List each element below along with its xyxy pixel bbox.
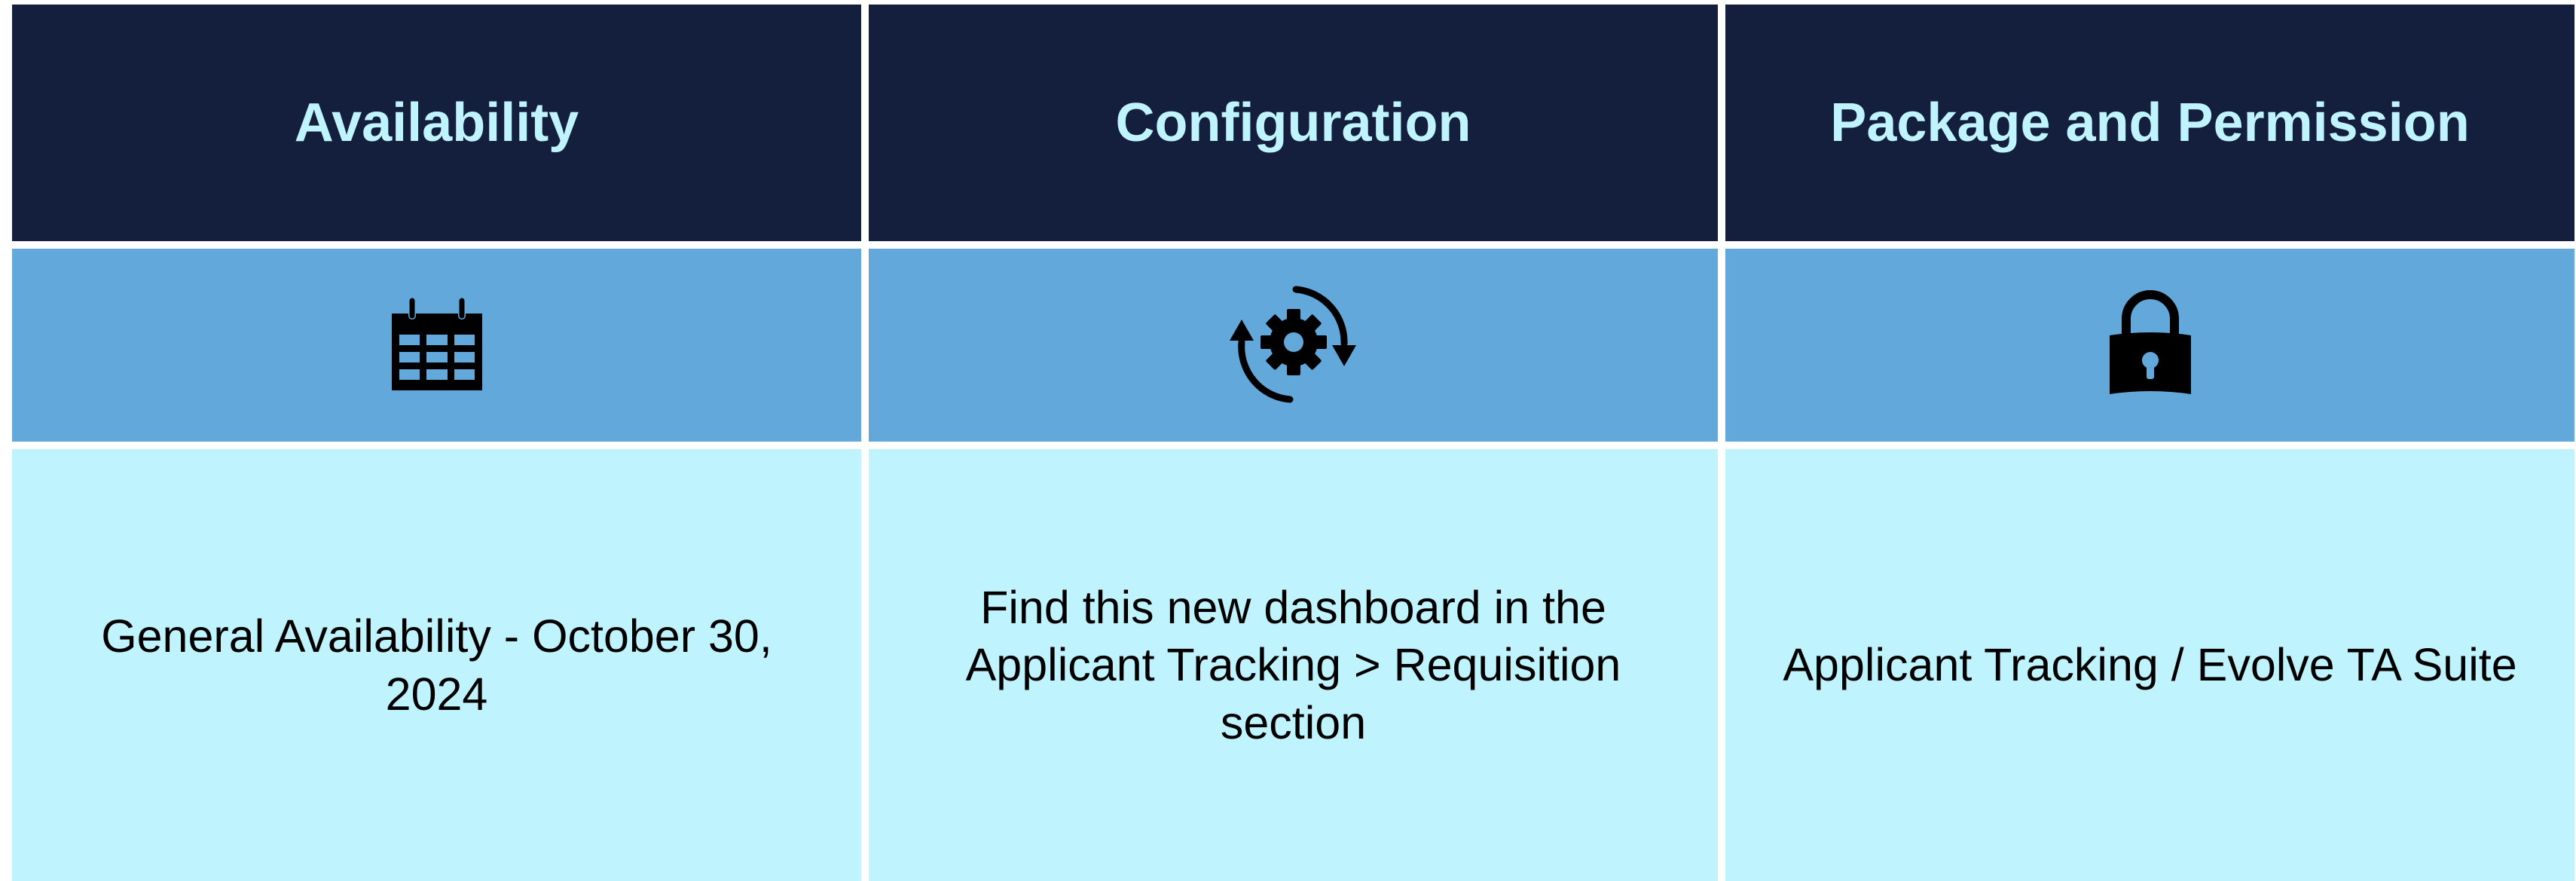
icon-cell-package-permission: [1725, 249, 2574, 442]
calendar-icon: [384, 292, 490, 398]
availability-text: General Availability - October 30, 2024: [101, 610, 772, 720]
icon-cell-availability: [12, 249, 861, 442]
icon-cell-configuration: [869, 249, 1718, 442]
header-configuration: Configuration: [1115, 93, 1471, 153]
lock-icon: [2105, 289, 2196, 402]
body-cell-package-permission: Applicant Tracking / Evolve TA Suite: [1725, 449, 2574, 881]
header-cell-package-permission: Package and Permission: [1725, 5, 2574, 241]
header-availability: Availability: [294, 93, 579, 153]
body-cell-configuration: Find this new dashboard in the Applicant…: [869, 449, 1718, 881]
info-table: Availability Configuration Package and P…: [12, 5, 2574, 881]
header-cell-availability: Availability: [12, 5, 861, 241]
package-permission-text: Applicant Tracking / Evolve TA Suite: [1783, 639, 2517, 691]
header-package-permission: Package and Permission: [1830, 93, 2470, 153]
body-cell-availability: General Availability - October 30, 2024: [12, 449, 861, 881]
header-cell-configuration: Configuration: [869, 5, 1718, 241]
gear-cycle-icon: [1215, 277, 1373, 413]
configuration-text: Find this new dashboard in the Applicant…: [965, 582, 1621, 748]
